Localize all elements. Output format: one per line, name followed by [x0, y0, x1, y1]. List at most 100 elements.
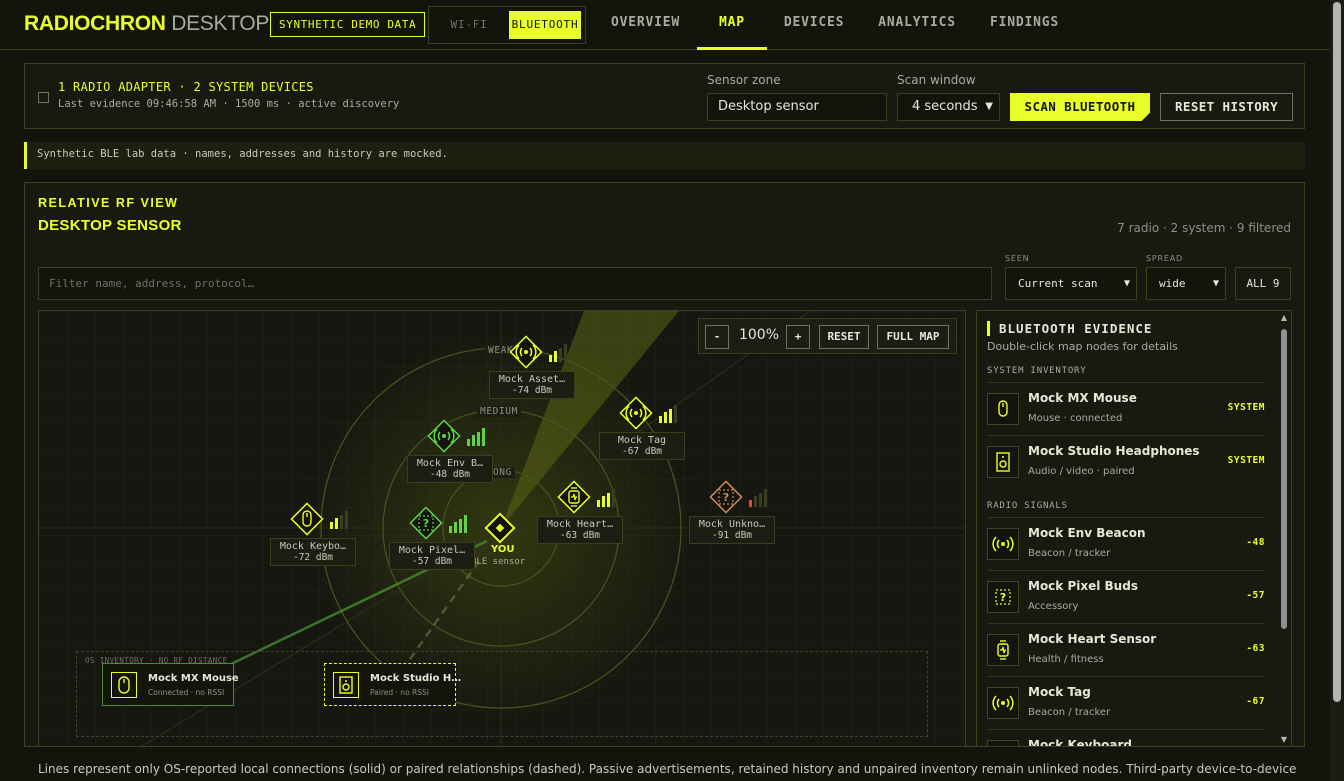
evidence-row-icon [987, 528, 1019, 560]
zoom-in-button[interactable]: + [786, 325, 810, 349]
unknown-icon: ? [995, 589, 1011, 605]
node-label: Mock Keybo… -72 dBm [270, 538, 356, 566]
app-brand: RADIOCHRON DESKTOP [24, 12, 269, 36]
evidence-row-meta: Health / fitness [1028, 654, 1104, 665]
evidence-row-meta: Accessory [1028, 601, 1079, 612]
beacon-icon [427, 419, 461, 453]
chevron-down-icon: ▼ [1123, 278, 1130, 289]
evidence-row[interactable]: Mock Keyboard [987, 729, 1265, 747]
brand-primary: RADIOCHRON [24, 12, 166, 35]
spread-value: wide [1159, 277, 1186, 290]
rf-map-canvas[interactable]: WEAK MEDIUM STRONG YOU BLE sensor Mock A… [38, 310, 966, 747]
chevron-down-icon: ▼ [985, 101, 993, 112]
top-navigation: RADIOCHRON DESKTOP SYNTHETIC DEMO DATA W… [0, 0, 1330, 50]
evidence-row-value: -57 [1246, 590, 1265, 601]
full-map-button[interactable]: FULL MAP [877, 325, 949, 349]
evidence-title: BLUETOOTH EVIDENCE [987, 321, 1152, 336]
watch-icon [557, 480, 591, 514]
signal-bar [340, 514, 343, 529]
signal-bar [549, 354, 552, 362]
node-name: Mock Unkno… [698, 519, 766, 530]
evidence-row-value: -67 [1246, 696, 1265, 707]
signal-bar [612, 489, 615, 507]
evidence-row-icon [987, 393, 1019, 425]
filter-input[interactable]: Filter name, address, protocol… [38, 267, 992, 300]
evidence-row-name: Mock Env Beacon [1028, 526, 1146, 540]
signal-bar [664, 412, 667, 423]
chevron-down-icon: ▼ [1212, 278, 1219, 289]
reset-history-button[interactable]: RESET HISTORY [1160, 93, 1293, 121]
unknown-icon: ? [709, 480, 743, 514]
evidence-row-icon: ? [987, 581, 1019, 613]
evidence-row[interactable]: Mock Studio Headphones Audio / video · p… [987, 435, 1265, 488]
spread-select[interactable]: wide ▼ [1146, 267, 1226, 300]
tab-overview[interactable]: OVERVIEW [594, 0, 697, 50]
signal-bar [564, 344, 567, 362]
page-scrollbar[interactable] [1330, 0, 1344, 781]
evidence-scrollbar[interactable]: ▲ ▼ [1279, 313, 1289, 744]
evidence-row-meta: Audio / video · paired [1028, 466, 1135, 477]
signal-bar [454, 522, 457, 533]
evidence-row-icon [987, 687, 1019, 719]
os-card-mouse[interactable]: Mock MX Mouse Connected · no RSSI [102, 663, 239, 706]
zoom-out-button[interactable]: - [705, 325, 729, 349]
signal-strength [467, 428, 485, 446]
seen-select[interactable]: Current scan ▼ [1005, 267, 1137, 300]
node-name: Mock Asset… [498, 374, 566, 385]
node-name: Mock Heart… [546, 519, 614, 530]
scan-bluetooth-button[interactable]: SCAN BLUETOOTH [1010, 93, 1150, 121]
node-label: Mock Pixel… -57 dBm [389, 542, 475, 570]
signal-strength [749, 489, 767, 507]
evidence-row[interactable]: Mock Env Beacon Beacon / tracker -48 [987, 517, 1265, 570]
evidence-row[interactable]: Mock Heart Sensor Health / fitness -63 [987, 623, 1265, 676]
evidence-row-meta: Beacon / tracker [1028, 707, 1111, 718]
os-card-headphones[interactable]: Mock Studio H… Paired · no RSSI [324, 663, 461, 706]
signal-bar [559, 347, 562, 362]
toggle-bluetooth[interactable]: BLUETOOTH [509, 11, 581, 39]
page-scrollbar-thumb[interactable] [1333, 2, 1341, 702]
evidence-row-value: -48 [1246, 537, 1265, 548]
node-label: Mock Heart… -63 dBm [537, 516, 623, 544]
evidence-row[interactable]: Mock Tag Beacon / tracker -67 [987, 676, 1265, 729]
all-devices-button[interactable]: ALL 9 [1235, 267, 1291, 300]
node-name: Mock Env B… [416, 458, 484, 469]
os-card-detail: Connected · no RSSI [148, 688, 225, 697]
status-checkbox[interactable] [38, 92, 49, 103]
sensor-zone-input[interactable]: Desktop sensor [707, 93, 887, 121]
signal-bar [764, 489, 767, 507]
beacon-icon [509, 335, 543, 369]
evidence-row-value: -63 [1246, 643, 1265, 654]
evidence-panel: BLUETOOTH EVIDENCE Double-click map node… [976, 310, 1292, 747]
toggle-wifi[interactable]: WI-FI [433, 11, 505, 39]
map-controls: - 100% + RESET FULL MAP [698, 318, 957, 354]
radio-type-toggle: WI-FI BLUETOOTH [428, 6, 586, 44]
node-label: Mock Unkno… -91 dBm [689, 516, 775, 544]
signal-bar [602, 496, 605, 507]
os-card-detail: Paired · no RSSI [370, 688, 429, 697]
evidence-row[interactable]: ? Mock Pixel Buds Accessory -57 [987, 570, 1265, 623]
tab-devices[interactable]: DEVICES [767, 0, 861, 50]
evidence-scrollbar-thumb[interactable] [1281, 329, 1287, 629]
mouse-icon [111, 672, 137, 698]
map-footnote: Lines represent only OS-reported local c… [38, 762, 1298, 776]
sensor-icon [484, 512, 516, 544]
node-rssi: -48 dBm [429, 469, 471, 480]
speaker-icon [333, 672, 359, 698]
scroll-up-icon[interactable]: ▲ [1279, 313, 1289, 322]
evidence-row[interactable]: Mock MX Mouse Mouse · connected SYSTEM [987, 382, 1265, 435]
radio-signals-heading: RADIO SIGNALS [987, 501, 1068, 511]
evidence-row-name: Mock Keyboard [1028, 738, 1132, 747]
scan-window-select[interactable]: 4 seconds ▼ [897, 93, 1000, 121]
evidence-row-meta: Mouse · connected [1028, 413, 1123, 424]
tab-analytics[interactable]: ANALYTICS [861, 0, 973, 50]
tab-findings[interactable]: FINDINGS [973, 0, 1076, 50]
signal-strength [449, 515, 467, 533]
keyboard-icon [988, 741, 1018, 747]
map-reset-button[interactable]: RESET [819, 325, 869, 349]
rf-view-title: DESKTOP SENSOR [38, 217, 182, 234]
signal-bar [597, 499, 600, 507]
seen-value: Current scan [1018, 277, 1098, 290]
tab-map[interactable]: MAP [697, 0, 767, 50]
scroll-down-icon[interactable]: ▼ [1279, 735, 1289, 744]
keyboard-icon [290, 502, 324, 536]
